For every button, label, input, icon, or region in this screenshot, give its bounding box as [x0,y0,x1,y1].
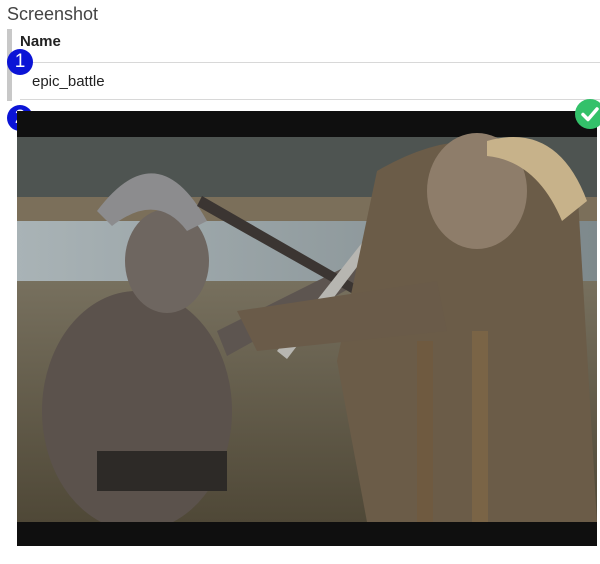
name-input[interactable] [20,62,600,100]
battle-scene-image [17,111,597,546]
section-title: Screenshot [7,4,99,24]
step-badge-1: 1 [7,49,33,75]
name-field-label: Name [20,33,61,50]
screenshot-image[interactable] [17,111,597,546]
check-circle-icon [575,99,600,129]
name-field-group: Name [7,29,600,101]
screenshot-panel: Screenshot Name 1 2 [0,0,600,564]
